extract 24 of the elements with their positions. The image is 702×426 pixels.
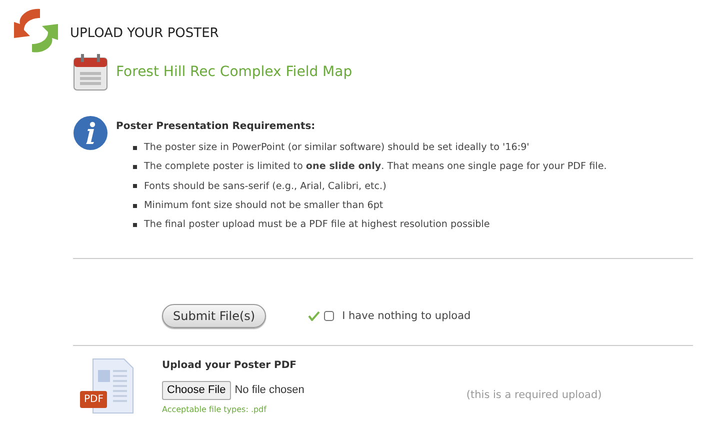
pdf-badge: PDF: [80, 391, 108, 408]
upload-label: Upload your Poster PDF: [162, 359, 298, 374]
file-status: No file chosen: [234, 383, 304, 398]
choose-file-button[interactable]: Choose File: [162, 381, 231, 400]
requirements-heading: Poster Presentation Requirements:: [116, 120, 316, 134]
submit-files-button[interactable]: Submit File(s): [162, 304, 266, 328]
bullet-icon: [133, 146, 137, 150]
requirement-item: The complete poster is limited to one slide only. That means one single page for your PDF file.: [144, 160, 607, 174]
requirement-item: The final poster upload must be a PDF file at highest resolution possible: [144, 218, 490, 232]
requirement-item: Minimum font size should not be smaller than 6pt: [144, 198, 384, 213]
page-title: UPLOAD YOUR POSTER: [70, 25, 219, 43]
bullet-icon: [133, 222, 137, 227]
required-note: (this is a required upload): [466, 388, 602, 404]
checkmark-icon: [308, 311, 320, 322]
info-icon: [73, 115, 108, 151]
bullet-icon: [133, 164, 137, 169]
file-types-hint: Acceptable file types: .pdf: [162, 404, 268, 416]
calendar-icon: [73, 54, 108, 91]
nothing-to-upload-label[interactable]: I have nothing to upload: [342, 308, 471, 324]
bullet-icon: [133, 204, 137, 208]
requirement-item: The poster size in PowerPoint (or similar software) should be set ideally to '16:9': [144, 141, 530, 155]
nothing-to-upload-checkbox[interactable]: [324, 311, 334, 322]
bullet-icon: [133, 184, 137, 188]
requirement-item: Fonts should be sans-serif (e.g., Arial, Calibri, etc.): [144, 180, 386, 194]
